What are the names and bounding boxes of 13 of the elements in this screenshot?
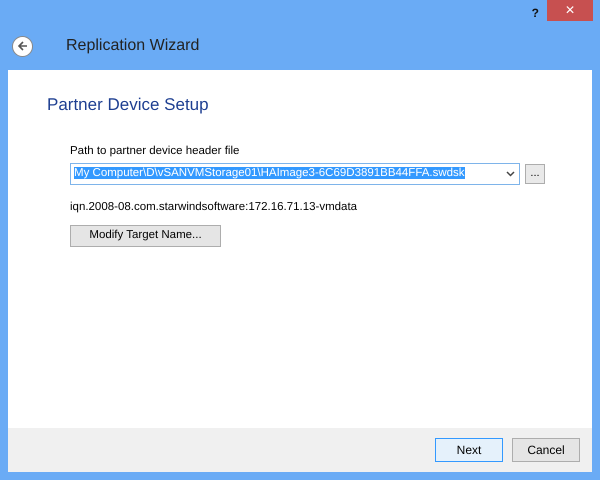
footer-button[interactable]: Cancel (512, 438, 580, 462)
browse-button[interactable]: ... (525, 164, 545, 184)
field-label: Path to partner device header file (70, 144, 240, 158)
back-arrow-icon (16, 40, 28, 52)
target-name-text: iqn.2008-08.com.starwindsoftware:172.16.71.13-vmdata (70, 200, 358, 215)
dropdown-chevron-icon[interactable] (506, 170, 515, 177)
help-icon[interactable]: ? (532, 4, 539, 22)
modify-target-name-button[interactable]: Modify Target Name... (70, 225, 221, 247)
window-title: Replication Wizard (66, 36, 200, 56)
page-heading: Partner Device Setup (47, 94, 210, 116)
close-button[interactable]: × (547, 0, 593, 21)
back-button[interactable] (12, 36, 33, 56)
footer-button[interactable]: Next (435, 438, 503, 462)
